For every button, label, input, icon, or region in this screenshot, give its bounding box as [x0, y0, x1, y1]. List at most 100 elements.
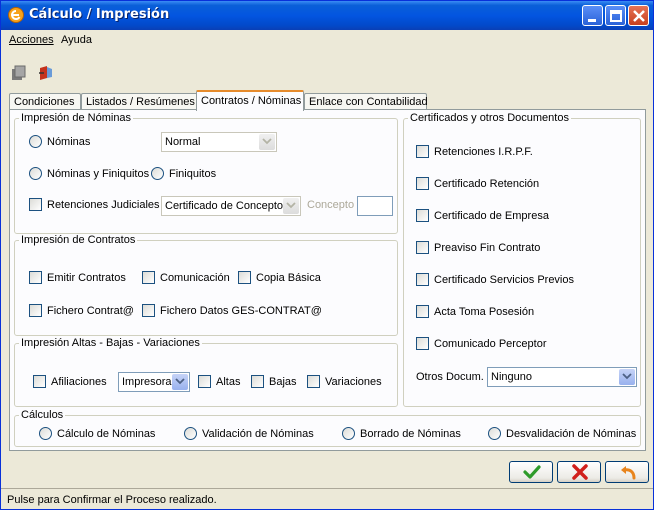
checkbox-retenciones-irpf[interactable] — [416, 145, 429, 158]
group-title: Impresión Altas - Bajas - Variaciones — [19, 337, 202, 349]
close-window-button[interactable] — [628, 5, 649, 26]
undo-arrow-icon — [621, 466, 636, 480]
chevron-down-icon — [172, 374, 188, 390]
checkbox-retenciones-judiciales[interactable] — [29, 198, 42, 211]
checkbox-copia-basica[interactable] — [238, 271, 251, 284]
checkbox-certificado-empresa-label: Certificado de Empresa — [434, 210, 549, 222]
radio-borrado-nominas[interactable] — [342, 427, 355, 440]
menu-ayuda[interactable]: Ayuda — [61, 34, 92, 46]
chevron-down-icon — [283, 198, 299, 214]
tab-label: Listados / Resúmenes — [86, 96, 195, 108]
cancel-button[interactable] — [557, 461, 601, 483]
checkbox-copia-basica-label: Copia Básica — [256, 272, 321, 284]
checkbox-retenciones-judiciales-label: Retenciones Judiciales — [47, 199, 160, 211]
nominas-type-select[interactable]: Normal — [161, 132, 277, 152]
retenciones-type-select[interactable]: Certificado de Concepto — [161, 196, 301, 216]
group-calculos: Cálculos Cálculo de Nóminas Validación d… — [14, 409, 641, 447]
otros-documentos-label: Otros Docum. — [416, 371, 484, 383]
tab-listados[interactable]: Listados / Resúmenes — [81, 93, 199, 110]
otros-documentos-select[interactable]: Ninguno — [487, 367, 637, 387]
radio-validacion-nominas[interactable] — [184, 427, 197, 440]
minimize-icon — [588, 19, 596, 22]
select-value: Normal — [165, 136, 201, 148]
group-title: Impresión de Contratos — [19, 234, 138, 246]
checkbox-emitir-contratos-label: Emitir Contratos — [47, 272, 126, 284]
copy-pages-icon[interactable] — [10, 64, 28, 82]
radio-nominas-finiquitos-label: Nóminas y Finiquitos — [47, 168, 150, 180]
tab-panel: Impresión de Nóminas Nóminas Normal Nómi… — [9, 109, 646, 451]
checkbox-altas[interactable] — [198, 375, 211, 388]
concepto-input[interactable] — [357, 196, 393, 216]
checkbox-preaviso-fin-contrato-label: Preaviso Fin Contrato — [434, 242, 541, 254]
maximize-icon — [610, 10, 622, 22]
window-title: Cálculo / Impresión — [29, 7, 170, 22]
checkbox-acta-toma-posesion-label: Acta Toma Posesión — [434, 306, 535, 318]
menu-acciones[interactable]: Acciones — [9, 34, 54, 46]
minimize-button[interactable] — [582, 5, 603, 26]
menu-bar: Acciones Ayuda — [1, 30, 653, 52]
chevron-down-icon — [259, 134, 275, 150]
checkbox-variaciones[interactable] — [307, 375, 320, 388]
radio-desvalidacion-nominas-label: Desvalidación de Nóminas — [506, 428, 637, 440]
title-bar: Cálculo / Impresión — [1, 1, 653, 30]
checkbox-preaviso-fin-contrato[interactable] — [416, 241, 429, 254]
group-impresion-altas: Impresión Altas - Bajas - Variaciones Af… — [14, 337, 398, 407]
close-icon — [633, 10, 645, 22]
app-logo-icon — [8, 7, 24, 23]
select-value: Certificado de Concepto — [165, 200, 284, 212]
checkbox-fichero-contrat[interactable] — [29, 304, 42, 317]
checkbox-bajas-label: Bajas — [269, 376, 297, 388]
checkbox-variaciones-label: Variaciones — [325, 376, 382, 388]
checkbox-certificado-retencion[interactable] — [416, 177, 429, 190]
checkbox-certificado-servicios-label: Certificado Servicios Previos — [434, 274, 574, 286]
tab-label: Contratos / Nóminas — [201, 95, 302, 107]
x-cancel-icon — [572, 464, 588, 480]
toolbar — [1, 52, 653, 90]
checkbox-afiliaciones-label: Afiliaciones — [51, 376, 107, 388]
radio-nominas-label: Nóminas — [47, 136, 91, 148]
radio-finiquitos[interactable] — [151, 167, 164, 180]
checkbox-bajas[interactable] — [251, 375, 264, 388]
checkbox-comunicacion[interactable] — [142, 271, 155, 284]
chevron-down-icon — [619, 369, 635, 385]
maximize-button[interactable] — [605, 5, 626, 26]
checkbox-fichero-datos[interactable] — [142, 304, 155, 317]
checkbox-comunicacion-label: Comunicación — [160, 272, 230, 284]
confirm-button[interactable] — [509, 461, 553, 483]
checkbox-certificado-empresa[interactable] — [416, 209, 429, 222]
group-impresion-contratos: Impresión de Contratos Emitir Contratos … — [14, 234, 398, 336]
exit-door-icon[interactable] — [37, 64, 55, 82]
concepto-label: Concepto — [307, 199, 355, 211]
tab-condiciones[interactable]: Condiciones — [9, 93, 81, 110]
group-title: Certificados y otros Documentos — [408, 112, 571, 124]
main-window: Cálculo / Impresión Acciones Ayuda Condi… — [0, 0, 654, 510]
tab-label: Condiciones — [14, 96, 75, 108]
tab-contratos-nominas[interactable]: Contratos / Nóminas — [196, 90, 304, 111]
group-title: Cálculos — [19, 409, 66, 421]
group-title: Impresión de Nóminas — [19, 112, 134, 124]
checkbox-altas-label: Altas — [216, 376, 241, 388]
radio-calculo-nominas-label: Cálculo de Nóminas — [57, 428, 156, 440]
radio-nominas[interactable] — [29, 135, 42, 148]
radio-nominas-finiquitos[interactable] — [29, 167, 42, 180]
group-certificados: Certificados y otros Documentos Retencio… — [403, 112, 641, 407]
checkbox-comunicado-perceptor-label: Comunicado Perceptor — [434, 338, 547, 350]
action-bar — [1, 456, 653, 486]
select-value: Impresora — [122, 376, 172, 388]
status-bar: Pulse para Confirmar el Proceso realizad… — [1, 488, 653, 510]
checkbox-comunicado-perceptor[interactable] — [416, 337, 429, 350]
radio-borrado-nominas-label: Borrado de Nóminas — [360, 428, 461, 440]
tab-label: Enlace con Contabilidad — [309, 96, 428, 108]
undo-button[interactable] — [605, 461, 649, 483]
radio-calculo-nominas[interactable] — [39, 427, 52, 440]
checkbox-retenciones-irpf-label: Retenciones I.R.P.F. — [434, 146, 533, 158]
checkbox-afiliaciones[interactable] — [33, 375, 46, 388]
radio-desvalidacion-nominas[interactable] — [488, 427, 501, 440]
radio-validacion-nominas-label: Validación de Nóminas — [202, 428, 314, 440]
checkbox-certificado-servicios[interactable] — [416, 273, 429, 286]
checkbox-acta-toma-posesion[interactable] — [416, 305, 429, 318]
checkbox-emitir-contratos[interactable] — [29, 271, 42, 284]
checkbox-fichero-contrat-label: Fichero Contrat@ — [47, 305, 134, 317]
impresora-select[interactable]: Impresora — [118, 372, 190, 392]
tab-enlace-contabilidad[interactable]: Enlace con Contabilidad — [304, 93, 428, 110]
